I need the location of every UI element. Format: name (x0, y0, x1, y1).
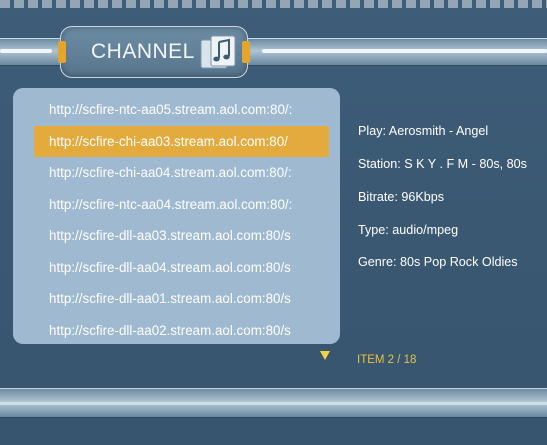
channel-list-item[interactable]: http://scfire-dll-aa02.stream.aol.com:80… (23, 315, 340, 347)
tab-notch-left (58, 41, 66, 63)
channel-list-item[interactable]: http://scfire-dll-aa03.stream.aol.com:80… (23, 220, 340, 252)
header-stroke-right (262, 49, 547, 53)
channel-list-panel: http://scfire-ntc-aa05.stream.aol.com:80… (13, 88, 340, 344)
channel-list-item[interactable]: http://scfire-chi-aa03.stream.aol.com:80… (34, 125, 329, 157)
page-title: CHANNEL (91, 40, 195, 63)
genre-info: Genre: 80s Pop Rock Oldies (358, 255, 518, 269)
channel-list-item[interactable]: http://scfire-dll-aa01.stream.aol.com:80… (23, 283, 340, 315)
tab-notch-right (242, 41, 250, 63)
top-border-dashes (0, 0, 547, 8)
header-bar: CHANNEL (0, 22, 547, 80)
now-playing: Play: Aerosmith - Angel (358, 124, 489, 138)
media-player-screen: CHANNEL http://scfire-ntc-aa05.stream.ao… (0, 0, 547, 445)
channel-list-item[interactable]: http://scfire-chi-aa04.stream.aol.com:80… (23, 157, 340, 189)
header-stroke-left (0, 49, 52, 53)
type-info: Type: audio/mpeg (358, 223, 459, 237)
bitrate-info: Bitrate: 96Kbps (358, 190, 445, 204)
channel-list-item[interactable]: http://scfire-ntc-aa04.stream.aol.com:80… (23, 189, 340, 221)
footer-stroke (0, 402, 547, 405)
item-counter: ITEM 2 / 18 (357, 354, 417, 366)
channel-list-item[interactable]: http://scfire-dll-aa04.stream.aol.com:80… (23, 252, 340, 284)
station-info: Station: S K Y . F M - 80s, 80s (358, 157, 527, 171)
channel-list: http://scfire-ntc-aa05.stream.aol.com:80… (23, 94, 340, 344)
music-note-icon (200, 35, 236, 69)
channel-list-item[interactable]: http://scfire-ntc-aa05.stream.aol.com:80… (23, 94, 340, 126)
scroll-down-icon[interactable] (320, 351, 330, 360)
channel-tab: CHANNEL (58, 26, 250, 78)
